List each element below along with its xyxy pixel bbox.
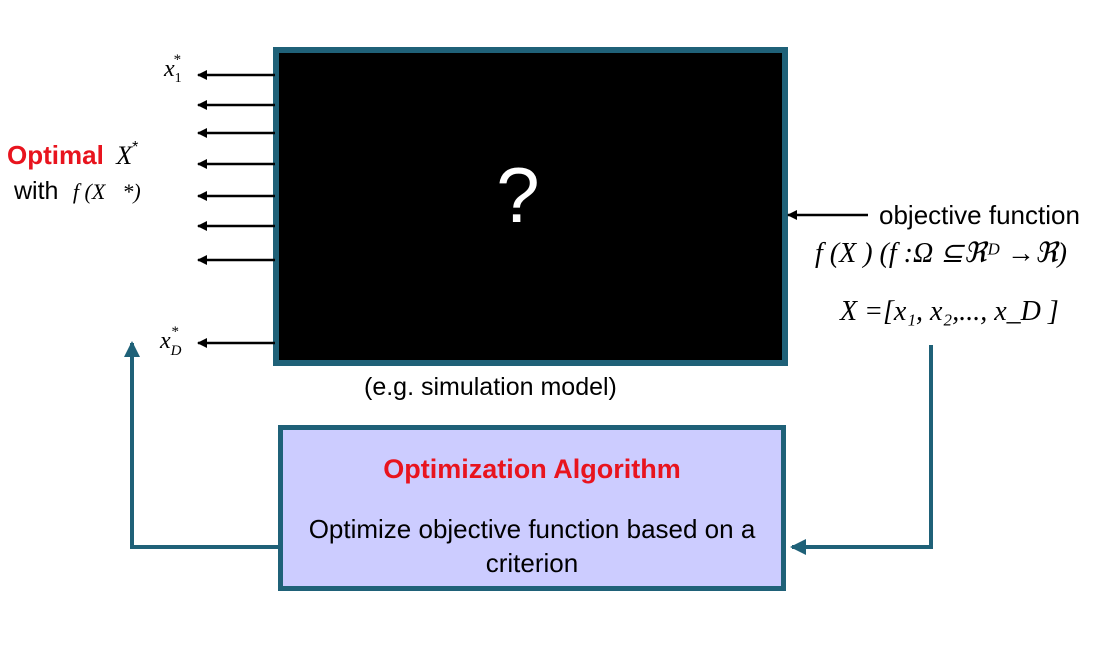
- optimal-symbol-sup: *: [132, 139, 139, 156]
- algorithm-description: Optimize objective function based on a c…: [308, 514, 756, 578]
- black-box-symbol: ?: [496, 151, 540, 239]
- objective-label: objective function: [879, 200, 1080, 230]
- output-label-last: xD *: [160, 324, 189, 359]
- optimal-symbol: X: [116, 141, 133, 170]
- feedback-arrow-left: [124, 341, 278, 549]
- output-first-sup: *: [173, 52, 182, 68]
- feedback-arrow-right: [790, 345, 933, 555]
- optimal-with-line: with f (X⃗*): [14, 177, 141, 206]
- optimization-algorithm-box: Optimization Algorithm Optimize objectiv…: [278, 425, 786, 591]
- optimal-with-expr: f (X⃗*): [72, 179, 141, 204]
- optimal-with-word: with: [14, 177, 59, 205]
- objective-vector: X =[x₁, x₂,..., x_D ]: [840, 296, 1059, 327]
- algorithm-title: Optimization Algorithm: [383, 454, 681, 484]
- optimal-word: Optimal: [7, 140, 104, 170]
- output-last-var: x: [160, 328, 171, 354]
- optimal-label: Optimal X*: [7, 139, 139, 171]
- output-last-sub: D: [170, 343, 182, 359]
- objective-formula: f (X ) (f :Ω ⊆ℜᴰ →ℜ): [815, 238, 1067, 269]
- output-arrows: [197, 70, 275, 348]
- black-box-caption: (e.g. simulation model): [364, 373, 617, 401]
- output-label-first: x1*: [164, 52, 189, 86]
- output-last-sup: *: [171, 324, 180, 340]
- output-first-sub: 1: [174, 71, 182, 86]
